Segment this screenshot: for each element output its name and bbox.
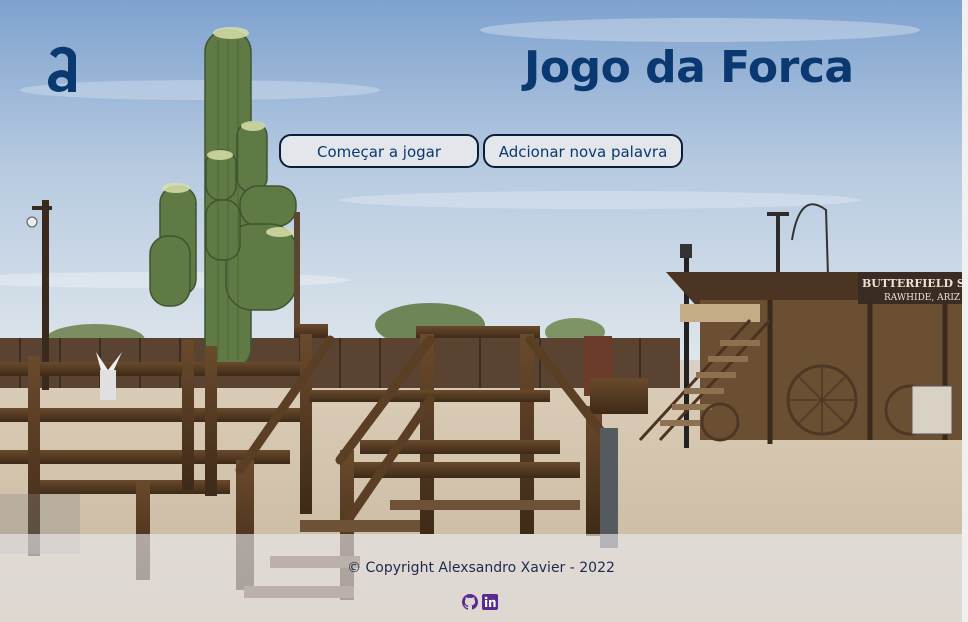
footer: © Copyright Alexsandro Xavier - 2022: [0, 534, 962, 622]
background-image: BUTTERFIELD STA RAWHIDE, ARIZ: [0, 0, 968, 622]
scrollbar[interactable]: [962, 0, 968, 622]
start-game-button[interactable]: Começar a jogar: [279, 134, 479, 168]
logo-icon: [48, 46, 76, 92]
page: BUTTERFIELD STA RAWHIDE, ARIZ: [0, 0, 968, 622]
copyright-text: © Copyright Alexsandro Xavier - 2022: [347, 560, 615, 576]
signboard-line2: RAWHIDE, ARIZ: [884, 293, 960, 303]
page-title: Jogo da Forca: [524, 42, 854, 93]
social-links: [462, 594, 498, 610]
signboard-line1: BUTTERFIELD STA: [862, 277, 968, 290]
add-word-button[interactable]: Adcionar nova palavra: [483, 134, 683, 168]
linkedin-icon[interactable]: [482, 594, 498, 610]
github-icon[interactable]: [462, 594, 478, 610]
